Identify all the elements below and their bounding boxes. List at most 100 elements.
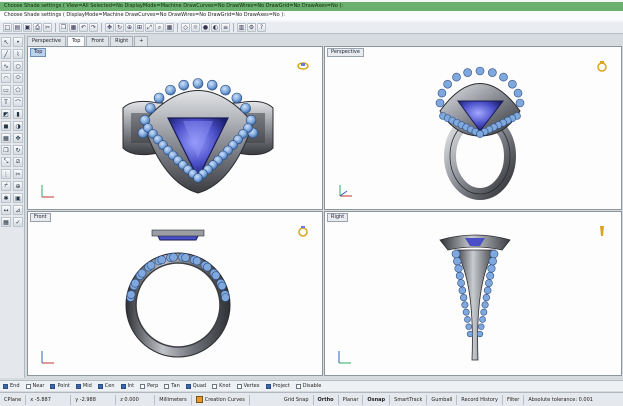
cplane-label[interactable]: CPlane (0, 394, 27, 405)
tab-front[interactable]: Front (86, 36, 110, 46)
print-icon[interactable]: ⎙ (33, 23, 42, 32)
split-icon[interactable]: ⌿ (1, 181, 11, 191)
fillet-icon[interactable]: ⌒ (13, 97, 23, 107)
osnap-checkbox[interactable] (50, 383, 56, 389)
viewport-title[interactable]: Top (30, 48, 47, 57)
properties-icon[interactable]: ▥ (237, 23, 246, 32)
trim-icon[interactable]: ✂ (13, 169, 23, 179)
help-icon[interactable]: ? (257, 23, 266, 32)
osnap-perp[interactable]: Perp (140, 383, 158, 389)
scale-icon[interactable]: ⤡ (1, 157, 11, 167)
redo-icon[interactable]: ↷ (89, 23, 98, 32)
line-icon[interactable]: ╱ (1, 49, 11, 59)
solid-icon[interactable]: ◼ (1, 121, 11, 131)
osnap-checkbox[interactable] (265, 383, 271, 389)
light-icon[interactable]: ☼ (191, 23, 200, 32)
tab-right[interactable]: Right (110, 36, 134, 46)
zoom-window-icon[interactable]: ⊞ (135, 23, 144, 32)
zoom-selected-icon[interactable]: ⌕ (155, 23, 164, 32)
osnap-quad[interactable]: Quad (185, 383, 206, 389)
viewport-title[interactable]: Front (30, 213, 51, 222)
boolean-icon[interactable]: ◑ (13, 121, 23, 131)
osnap-checkbox[interactable] (97, 383, 103, 389)
osnap-vertex[interactable]: Vertex (236, 383, 260, 389)
osnap-checkbox[interactable] (164, 383, 170, 389)
render-icon[interactable]: ● (201, 23, 210, 32)
ellipse-icon[interactable]: ⬭ (13, 73, 23, 83)
command-prompt[interactable]: Choose Shade settings ( DisplayMode=Mach… (0, 11, 623, 20)
four-views-icon[interactable]: ▦ (165, 23, 174, 32)
text-icon[interactable]: T (1, 97, 11, 107)
smarttrack-toggle[interactable]: SmartTrack (390, 394, 428, 405)
paste-icon[interactable]: ▦ (69, 23, 78, 32)
osnap-checkbox[interactable] (120, 383, 126, 389)
tab-add[interactable]: + (134, 36, 149, 46)
viewport-title[interactable]: Right (327, 213, 349, 222)
zoom-icon[interactable]: ⊕ (125, 23, 134, 32)
dimension-icon[interactable]: ↔ (1, 205, 11, 215)
rotate-tool-icon[interactable]: ↻ (13, 145, 23, 155)
record-history-toggle[interactable]: Record History (457, 394, 503, 405)
curve-icon[interactable]: ∿ (1, 61, 11, 71)
polygon-icon[interactable]: ⬠ (13, 85, 23, 95)
viewport-title[interactable]: Perspective (327, 48, 364, 57)
viewport-top[interactable]: Top (27, 46, 323, 210)
osnap-disable[interactable]: Disable (295, 383, 321, 389)
arc-icon[interactable]: ◠ (1, 73, 11, 83)
osnap-cen[interactable]: Cen (97, 383, 115, 389)
circle-icon[interactable]: ○ (13, 61, 23, 71)
mirror-icon[interactable]: ⧄ (13, 157, 23, 167)
copy-icon[interactable]: ❐ (59, 23, 68, 32)
viewport-right[interactable]: Right (324, 211, 622, 376)
viewport-front[interactable]: Front (27, 211, 323, 376)
osnap-near[interactable]: Near (25, 383, 44, 389)
move-icon[interactable]: ✥ (13, 133, 23, 143)
grid-icon[interactable]: ▦ (1, 217, 11, 227)
osnap-tan[interactable]: Tan (164, 383, 180, 389)
mesh-icon[interactable]: ▦ (1, 133, 11, 143)
osnap-checkbox[interactable] (236, 383, 242, 389)
select-icon[interactable]: ↖ (1, 37, 11, 47)
new-icon[interactable]: □ (3, 23, 12, 32)
rotate-icon[interactable]: ↻ (115, 23, 124, 32)
osnap-point[interactable]: Point (50, 383, 70, 389)
osnap-checkbox[interactable] (185, 383, 191, 389)
polyline-icon[interactable]: ⌇ (13, 49, 23, 59)
osnap-checkbox[interactable] (295, 383, 301, 389)
osnap-checkbox[interactable] (3, 383, 8, 389)
pan-icon[interactable]: ✥ (105, 23, 114, 32)
units[interactable]: Millimeters (155, 394, 192, 405)
osnap-checkbox[interactable] (212, 383, 218, 389)
analyze-icon[interactable]: ⊿ (13, 205, 23, 215)
ortho-toggle[interactable]: Ortho (314, 394, 339, 405)
material-icon[interactable]: ◐ (211, 23, 220, 32)
zoom-extents-icon[interactable]: ⤢ (145, 23, 154, 32)
group-icon[interactable]: ▣ (13, 193, 23, 203)
osnap-checkbox[interactable] (140, 383, 146, 389)
osnap-knot[interactable]: Knot (212, 383, 231, 389)
surface-icon[interactable]: ◩ (1, 109, 11, 119)
array-icon[interactable]: ⋮ (1, 169, 11, 179)
osnap-mid[interactable]: Mid (75, 383, 92, 389)
viewport-perspective[interactable]: Perspective (324, 46, 622, 210)
check-icon[interactable]: ✓ (13, 217, 23, 227)
osnap-toggle[interactable]: Osnap (363, 394, 391, 405)
planar-toggle[interactable]: Planar (339, 394, 364, 405)
osnap-int[interactable]: Int (120, 383, 134, 389)
osnap-checkbox[interactable] (25, 383, 31, 389)
osnap-project[interactable]: Project (265, 383, 290, 389)
cut-icon[interactable]: ✂ (43, 23, 52, 32)
filter-toggle[interactable]: Filter (503, 394, 525, 405)
point-icon[interactable]: • (13, 37, 23, 47)
cplane-icon[interactable]: ◇ (181, 23, 190, 32)
copy-tool-icon[interactable]: ❐ (1, 145, 11, 155)
join-icon[interactable]: ⊕ (13, 181, 23, 191)
explode-icon[interactable]: ✱ (1, 193, 11, 203)
options-icon[interactable]: ⚙ (247, 23, 256, 32)
tab-top[interactable]: Top (66, 36, 86, 46)
save-icon[interactable]: ▣ (23, 23, 32, 32)
grid-snap-toggle[interactable]: Grid Snap (280, 394, 314, 405)
gumball-toggle[interactable]: Gumball (427, 394, 458, 405)
rectangle-icon[interactable]: ▭ (1, 85, 11, 95)
layer-icon[interactable]: ≡ (221, 23, 230, 32)
